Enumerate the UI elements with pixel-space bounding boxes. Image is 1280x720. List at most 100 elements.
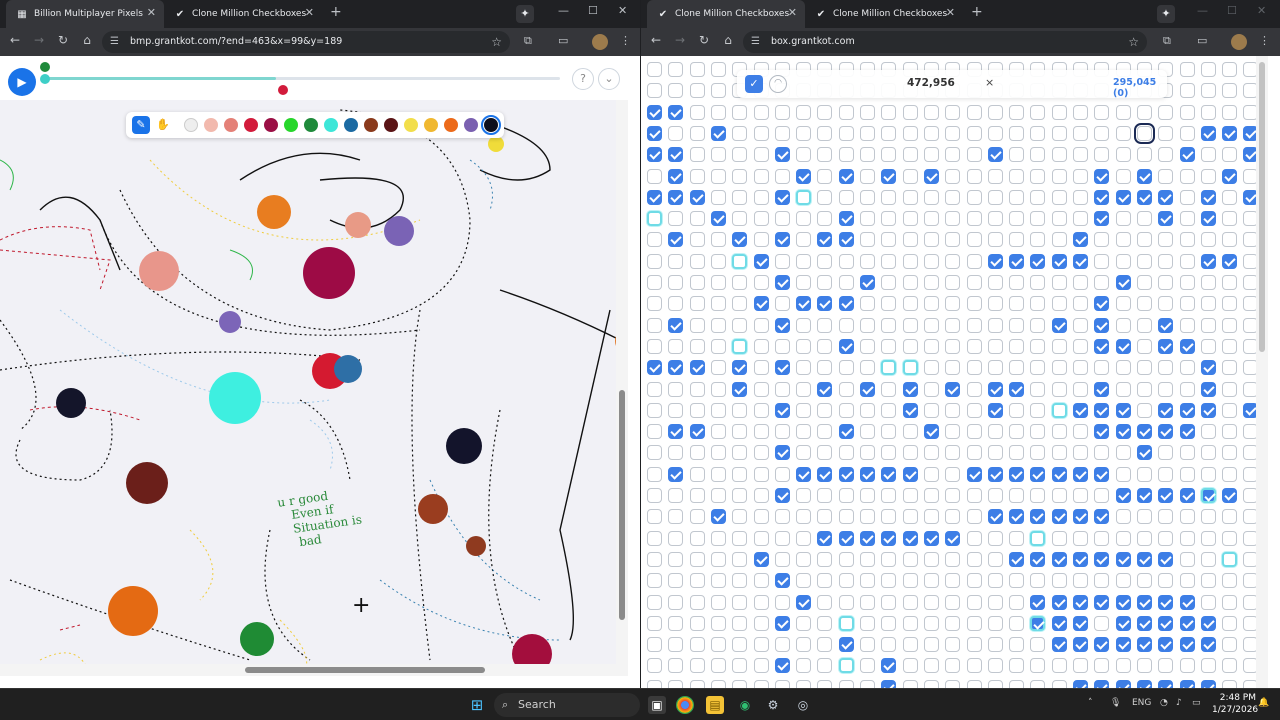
checkbox[interactable] <box>1051 466 1067 482</box>
checkbox[interactable] <box>668 189 684 205</box>
checkbox[interactable] <box>1009 445 1025 461</box>
checkbox[interactable] <box>689 445 705 461</box>
checkbox[interactable] <box>796 679 812 688</box>
checkbox[interactable] <box>923 317 939 333</box>
checkbox[interactable] <box>732 509 748 525</box>
checkbox[interactable] <box>668 466 684 482</box>
checkbox[interactable] <box>860 637 875 653</box>
checkbox[interactable] <box>710 83 726 99</box>
checkbox[interactable] <box>1094 211 1110 227</box>
checkbox[interactable] <box>860 275 875 290</box>
checkbox[interactable] <box>753 317 769 333</box>
checkbox[interactable] <box>987 424 1003 440</box>
checkbox[interactable] <box>647 317 662 333</box>
checkbox[interactable] <box>1051 317 1067 333</box>
checkbox[interactable] <box>1030 381 1046 397</box>
checkbox[interactable] <box>647 509 662 525</box>
app-icon[interactable]: ◎ <box>794 696 812 714</box>
vertical-scrollbar[interactable] <box>1256 56 1268 688</box>
checkbox[interactable] <box>987 615 1003 631</box>
checkbox[interactable] <box>732 551 748 567</box>
checkbox[interactable] <box>647 637 662 653</box>
checkbox[interactable] <box>796 147 812 163</box>
checkbox[interactable] <box>923 232 939 248</box>
checkbox[interactable] <box>838 658 854 674</box>
checkbox[interactable] <box>796 594 812 610</box>
checkbox[interactable] <box>753 509 769 525</box>
checkbox[interactable] <box>1073 338 1088 354</box>
checkbox[interactable] <box>881 679 897 688</box>
checkbox[interactable] <box>774 338 790 354</box>
checkbox[interactable] <box>1200 62 1216 77</box>
checkbox[interactable] <box>966 424 982 440</box>
checkbox[interactable] <box>1051 211 1067 227</box>
checkbox[interactable] <box>647 402 662 418</box>
checkbox[interactable] <box>753 189 769 205</box>
checkbox[interactable] <box>881 232 897 248</box>
checkbox[interactable] <box>796 402 812 418</box>
checkbox[interactable] <box>817 317 833 333</box>
checkbox[interactable] <box>817 104 833 120</box>
checkbox[interactable] <box>902 296 918 312</box>
checkbox[interactable] <box>817 360 833 376</box>
checkbox[interactable] <box>987 253 1003 269</box>
checkbox[interactable] <box>1115 296 1131 312</box>
checkbox[interactable] <box>1009 125 1025 141</box>
timeline-marker[interactable] <box>278 85 288 95</box>
checkbox[interactable] <box>1136 317 1152 333</box>
checkbox[interactable] <box>1222 679 1238 688</box>
checkbox[interactable] <box>881 573 897 589</box>
color-swatch[interactable] <box>324 118 338 132</box>
help-button[interactable]: ? <box>572 68 594 90</box>
checkbox[interactable] <box>1158 509 1174 525</box>
checkbox[interactable] <box>1179 125 1195 141</box>
checkbox[interactable] <box>732 296 748 312</box>
checkbox[interactable] <box>1222 402 1238 418</box>
checkbox[interactable] <box>668 573 684 589</box>
checkbox[interactable] <box>668 488 684 503</box>
checkbox[interactable] <box>881 360 897 376</box>
checkbox[interactable] <box>966 573 982 589</box>
checkbox[interactable] <box>1222 253 1238 269</box>
checkbox[interactable] <box>838 189 854 205</box>
checkbox[interactable] <box>987 338 1003 354</box>
checkbox[interactable] <box>923 530 939 546</box>
checkbox[interactable] <box>1200 381 1216 397</box>
checkbox[interactable] <box>966 551 982 567</box>
checkbox[interactable] <box>1094 381 1110 397</box>
forward-icon[interactable]: → <box>671 33 689 47</box>
checkbox[interactable] <box>838 360 854 376</box>
checkbox[interactable] <box>1179 338 1195 354</box>
checkbox[interactable] <box>1136 232 1152 248</box>
checkbox[interactable] <box>860 253 875 269</box>
checkbox[interactable] <box>1030 424 1046 440</box>
checkbox[interactable] <box>710 232 726 248</box>
checkbox[interactable] <box>966 189 982 205</box>
checkbox[interactable] <box>753 211 769 227</box>
checkbox[interactable] <box>668 62 684 77</box>
checkbox[interactable] <box>1073 275 1088 290</box>
checkbox[interactable] <box>902 679 918 688</box>
checkbox[interactable] <box>1009 679 1025 688</box>
checkbox[interactable] <box>1222 445 1238 461</box>
checkbox[interactable] <box>1030 658 1046 674</box>
back-icon[interactable]: ← <box>647 33 665 47</box>
site-info-icon[interactable]: ☰ <box>110 31 119 53</box>
play-button[interactable]: ▶ <box>8 68 36 96</box>
checkbox[interactable] <box>902 530 918 546</box>
checkbox[interactable] <box>710 147 726 163</box>
checkbox[interactable] <box>1009 275 1025 290</box>
checkbox[interactable] <box>1136 296 1152 312</box>
checkbox[interactable] <box>710 488 726 503</box>
checkbox[interactable] <box>1136 488 1152 503</box>
checkbox[interactable] <box>902 168 918 184</box>
minimize-icon[interactable]: — <box>558 4 569 17</box>
color-swatch[interactable] <box>344 118 358 132</box>
checkbox[interactable] <box>860 658 875 674</box>
checkbox[interactable] <box>668 658 684 674</box>
checkbox[interactable] <box>817 211 833 227</box>
checkbox[interactable] <box>1158 637 1174 653</box>
bookmark-star-icon[interactable]: ☆ <box>1128 31 1139 53</box>
bookmark-star-icon[interactable]: ☆ <box>491 31 502 53</box>
checkbox[interactable] <box>689 594 705 610</box>
